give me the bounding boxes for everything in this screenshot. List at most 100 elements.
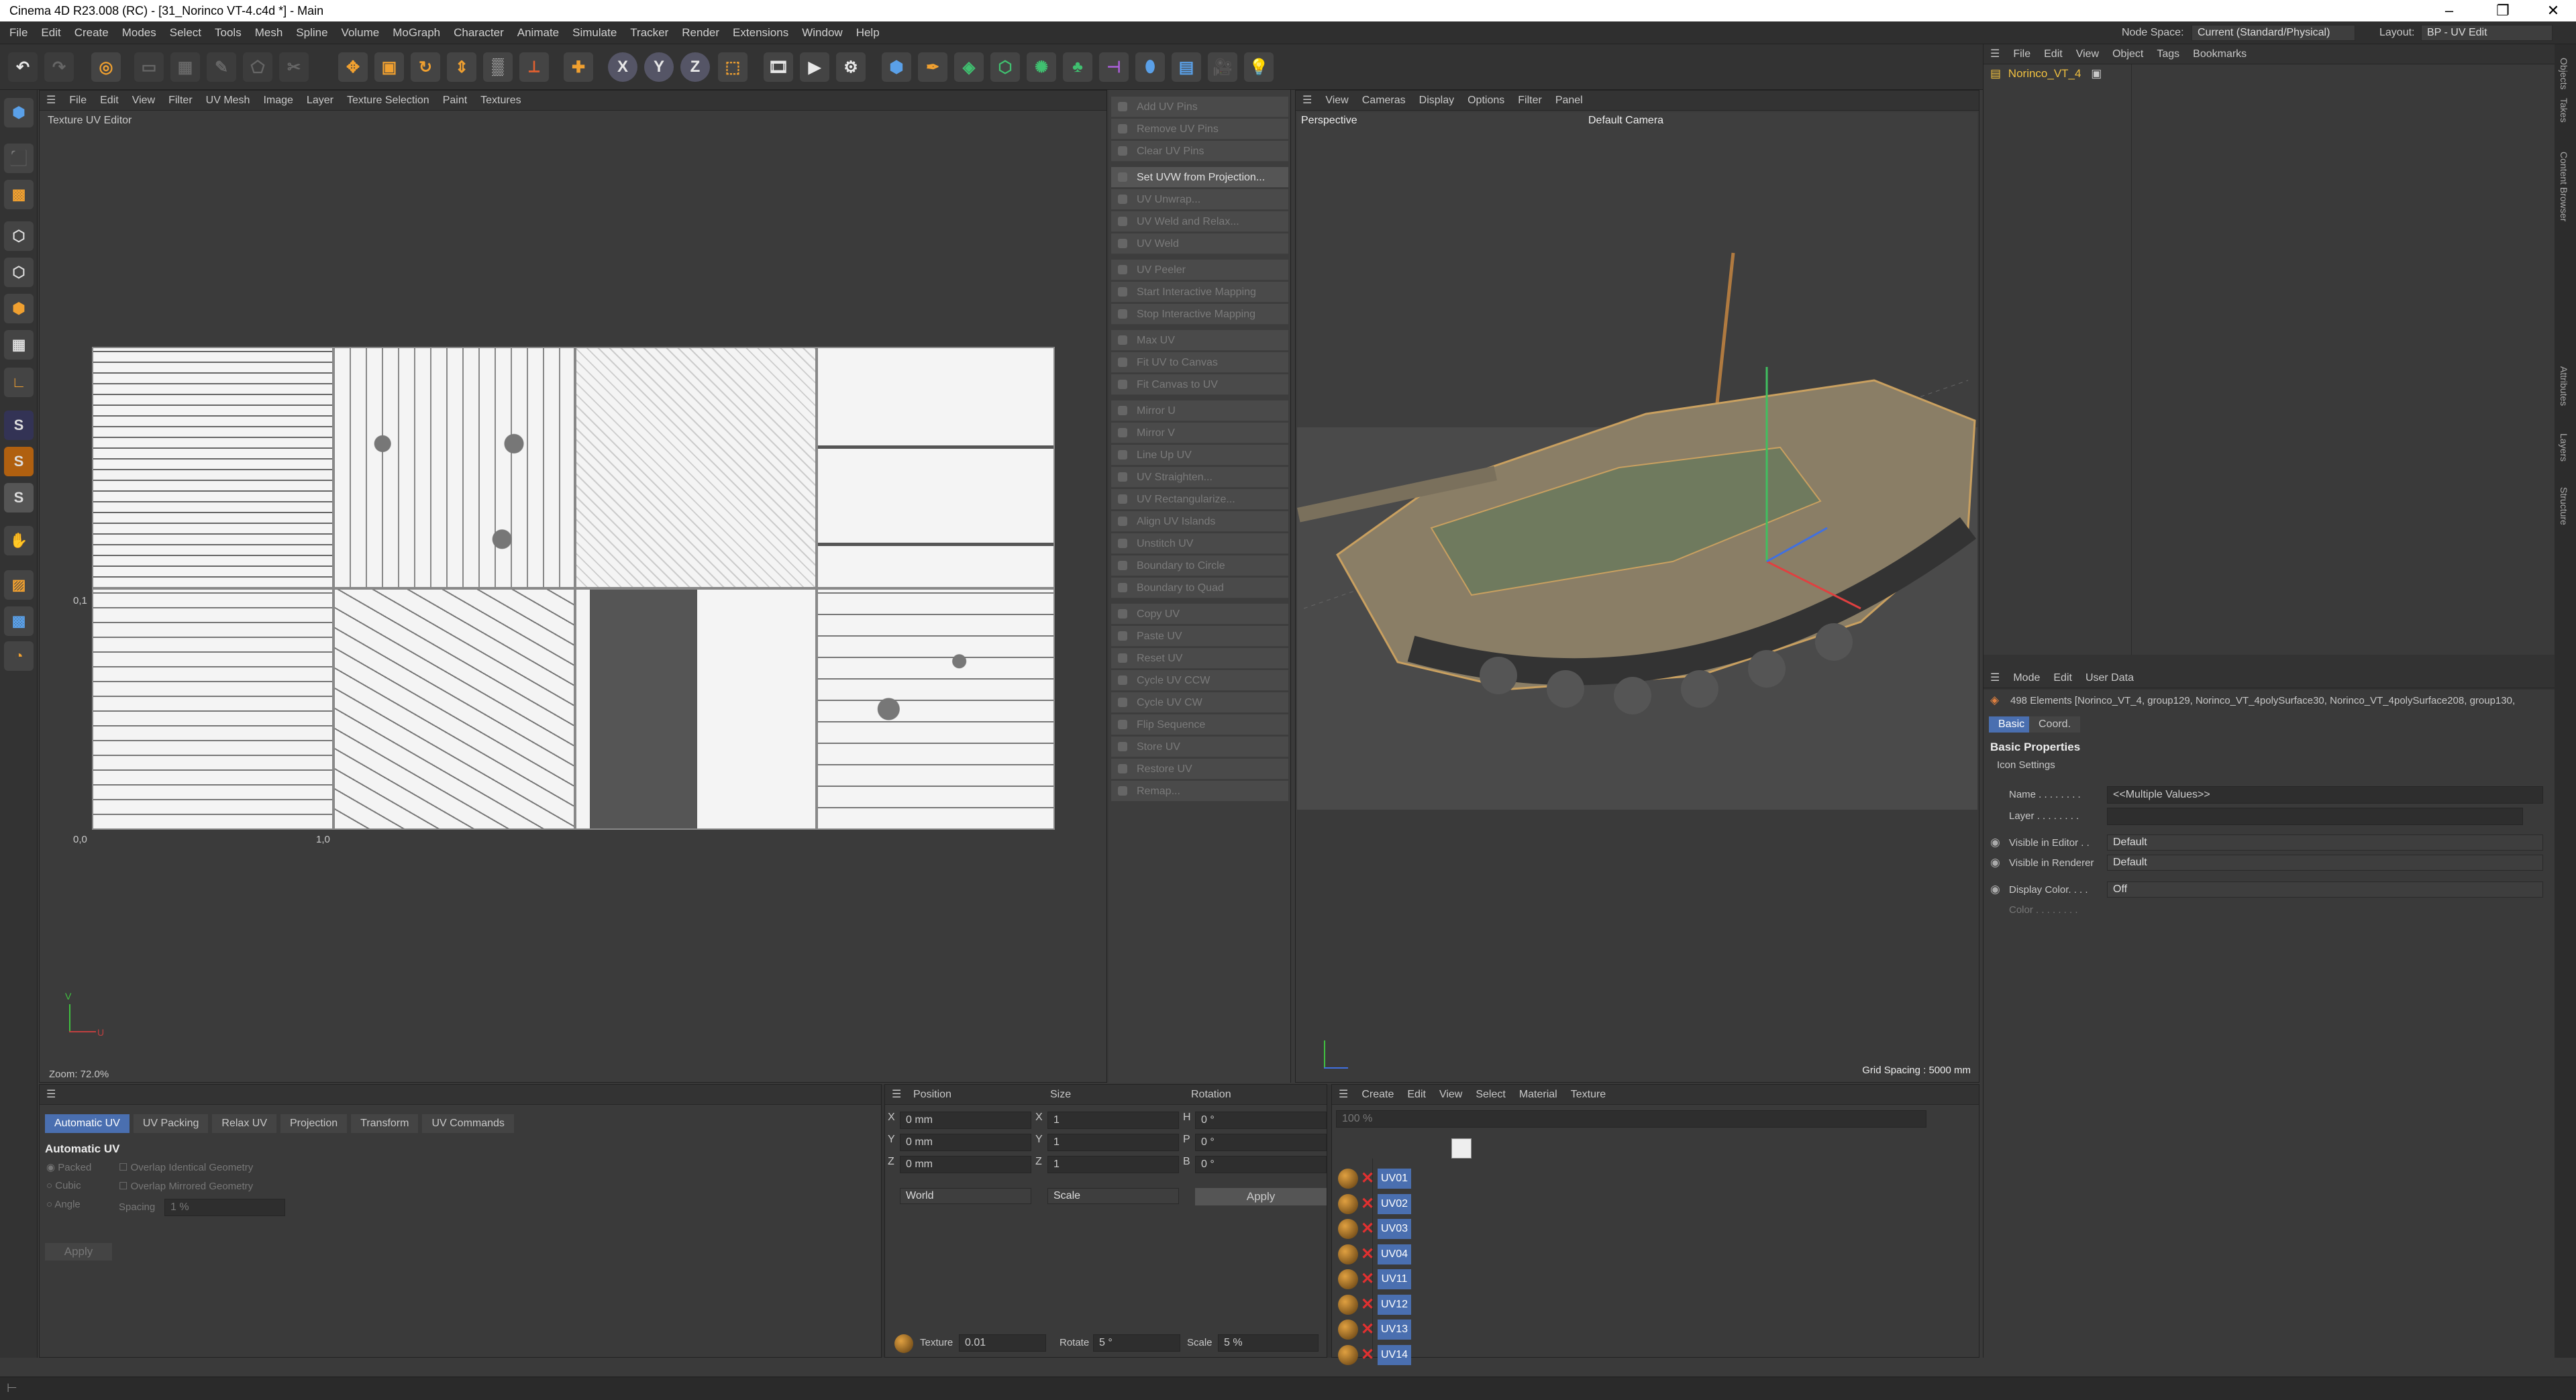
tank-model[interactable] (1297, 246, 1977, 743)
tab-automatic-uv[interactable]: Automatic UV (45, 1114, 130, 1133)
apply-automatic-uv-button[interactable]: Apply (45, 1243, 112, 1260)
axis-icon[interactable]: ⟂ (519, 52, 549, 82)
uv-tag-uv12[interactable]: UV12 (1378, 1294, 1411, 1315)
attributes-menu-mode[interactable]: Mode (2006, 668, 2047, 688)
viewport-menu-options[interactable]: Options (1461, 91, 1511, 111)
uv-menu-view[interactable]: View (125, 91, 162, 111)
edges-mode-icon[interactable]: ⬡ (4, 258, 34, 287)
overlap-identical-checkbox[interactable]: ☐ Overlap Identical Geometry (119, 1161, 253, 1173)
angle-radio[interactable]: ○ Angle (46, 1199, 81, 1210)
objects-menu-file[interactable]: File (2006, 44, 2037, 64)
uv-command-uv-peeler[interactable]: UV Peeler (1111, 260, 1288, 280)
icon-settings-toggle[interactable]: Icon Settings (1997, 759, 2055, 771)
viewport-menu-view[interactable]: View (1319, 91, 1355, 111)
materials-menu-select[interactable]: Select (1469, 1085, 1512, 1105)
pen-icon[interactable]: ✒ (918, 52, 947, 82)
workplane-icon[interactable]: ∟ (4, 368, 34, 397)
materials-menu-material[interactable]: Material (1512, 1085, 1564, 1105)
disabled-x-icon[interactable]: ✕ (1361, 1244, 1374, 1264)
uv-command-mirror-v[interactable]: Mirror V (1111, 423, 1288, 443)
render-region-icon[interactable]: 🎞 (764, 52, 793, 82)
coord-size-1[interactable]: 1 (1047, 1134, 1179, 1151)
poly-selection-icon[interactable]: ⬠ (243, 52, 272, 82)
object-row[interactable]: ▤ Norinco_VT_4 ▣ (1990, 67, 2192, 83)
menu-icon[interactable]: ☰ (1983, 668, 2006, 688)
animate-icon[interactable]: ◉ (1990, 883, 2000, 896)
viewport-menu-display[interactable]: Display (1412, 91, 1461, 111)
maximize-button[interactable]: ❐ (2483, 1, 2523, 20)
live-selection-icon[interactable]: ◎ (91, 52, 121, 82)
uv-command-fit-canvas-to-uv[interactable]: Fit Canvas to UV (1111, 374, 1288, 395)
scale-dropdown[interactable]: Scale (1047, 1188, 1179, 1204)
snap-s3-button[interactable]: S (4, 483, 34, 513)
uv-command-unstitch-uv[interactable]: Unstitch UV (1111, 533, 1288, 554)
menu-icon[interactable]: ☰ (40, 91, 62, 111)
uv-command-restore-uv[interactable]: Restore UV (1111, 759, 1288, 779)
menu-file[interactable]: File (3, 21, 34, 44)
menu-icon[interactable]: ☰ (885, 1085, 908, 1105)
lock-x-button[interactable]: X (608, 52, 637, 82)
uv-command-max-uv[interactable]: Max UV (1111, 330, 1288, 351)
coord-pos-1[interactable]: 0 mm (900, 1134, 1031, 1151)
add-tool-icon[interactable]: ✚ (564, 52, 593, 82)
array-icon[interactable]: ⬡ (990, 52, 1020, 82)
uv-tag-uv02[interactable]: UV02 (1378, 1193, 1411, 1214)
uv-command-uv-weld[interactable]: UV Weld (1111, 233, 1288, 254)
overlap-mirrored-checkbox[interactable]: ☐ Overlap Mirrored Geometry (119, 1180, 253, 1192)
menu-animate[interactable]: Animate (511, 21, 566, 44)
scale-field[interactable]: 5 % (1218, 1334, 1319, 1352)
world-dropdown[interactable]: World (900, 1188, 1031, 1204)
uv-command-mirror-u[interactable]: Mirror U (1111, 400, 1288, 421)
uv-command-uv-straighten[interactable]: UV Straighten... (1111, 467, 1288, 488)
menu-edit[interactable]: Edit (34, 21, 67, 44)
viewport-menu-filter[interactable]: Filter (1511, 91, 1549, 111)
menu-icon[interactable]: ☰ (1983, 44, 2006, 64)
uv-canvas[interactable]: Texture UV Editor 0,1 0,0 1,0 V U Zoom: … (41, 112, 1105, 1082)
uv-tag-uv03[interactable]: UV03 (1378, 1219, 1411, 1239)
packed-radio[interactable]: ◉ Packed (46, 1161, 91, 1173)
texture-material-icon[interactable] (894, 1334, 913, 1353)
menu-tools[interactable]: Tools (208, 21, 248, 44)
menu-mograph[interactable]: MoGraph (386, 21, 447, 44)
paint-icon[interactable]: ✋ (4, 526, 34, 555)
uv-menu-texture-selection[interactable]: Texture Selection (340, 91, 436, 111)
uv-command-stop-interactive-mapping[interactable]: Stop Interactive Mapping (1111, 304, 1288, 325)
objects-menu-tags[interactable]: Tags (2150, 44, 2186, 64)
attributes-menu-user-data[interactable]: User Data (2079, 668, 2141, 688)
snap-icon[interactable]: ▒ (483, 52, 513, 82)
tab-relax-uv[interactable]: Relax UV (212, 1114, 276, 1133)
strip-tab-objects[interactable]: Objects (2559, 58, 2569, 89)
materials-menu-view[interactable]: View (1433, 1085, 1469, 1105)
menu-modes[interactable]: Modes (115, 21, 163, 44)
uv-command-line-up-uv[interactable]: Line Up UV (1111, 445, 1288, 466)
checker-icon[interactable]: ▩ (4, 606, 34, 636)
materials-menu-texture[interactable]: Texture (1564, 1085, 1612, 1105)
uv-menu-layer[interactable]: Layer (300, 91, 340, 111)
texture-field[interactable]: 0.01 (959, 1334, 1046, 1352)
menu-icon[interactable]: ☰ (40, 1085, 62, 1105)
strip-tab-structure[interactable]: Structure (2559, 487, 2569, 525)
coord-rot-0[interactable]: 0 ° (1195, 1112, 1327, 1129)
rotate-field[interactable]: 5 ° (1093, 1334, 1180, 1352)
uv-command-flip-sequence[interactable]: Flip Sequence (1111, 714, 1288, 735)
disabled-x-icon[interactable]: ✕ (1361, 1320, 1374, 1340)
disabled-x-icon[interactable]: ✕ (1361, 1345, 1374, 1365)
uv-command-cycle-uv-ccw[interactable]: Cycle UV CCW (1111, 670, 1288, 691)
disabled-x-icon[interactable]: ✕ (1361, 1194, 1374, 1214)
lock-y-button[interactable]: Y (644, 52, 674, 82)
menu-spline[interactable]: Spline (289, 21, 334, 44)
tab-basic[interactable]: Basic (1989, 716, 2034, 733)
layout-dropdown[interactable]: BP - UV Edit (2421, 25, 2553, 41)
uv-command-reset-uv[interactable]: Reset UV (1111, 648, 1288, 669)
material-ball-icon[interactable] (1338, 1269, 1358, 1289)
texture-mode-icon[interactable]: ▩ (4, 180, 34, 209)
uv-tag-uv01[interactable]: UV01 (1378, 1169, 1411, 1189)
coord-size-2[interactable]: 1 (1047, 1156, 1179, 1173)
disabled-x-icon[interactable]: ✕ (1361, 1295, 1374, 1315)
viewport-menu-panel[interactable]: Panel (1549, 91, 1590, 111)
objects-menu-edit[interactable]: Edit (2037, 44, 2069, 64)
close-button[interactable]: ✕ (2533, 1, 2573, 20)
display-color-dropdown[interactable]: Off (2107, 881, 2543, 898)
animate-icon[interactable]: ◉ (1990, 836, 2000, 849)
materials-menu-create[interactable]: Create (1355, 1085, 1400, 1105)
